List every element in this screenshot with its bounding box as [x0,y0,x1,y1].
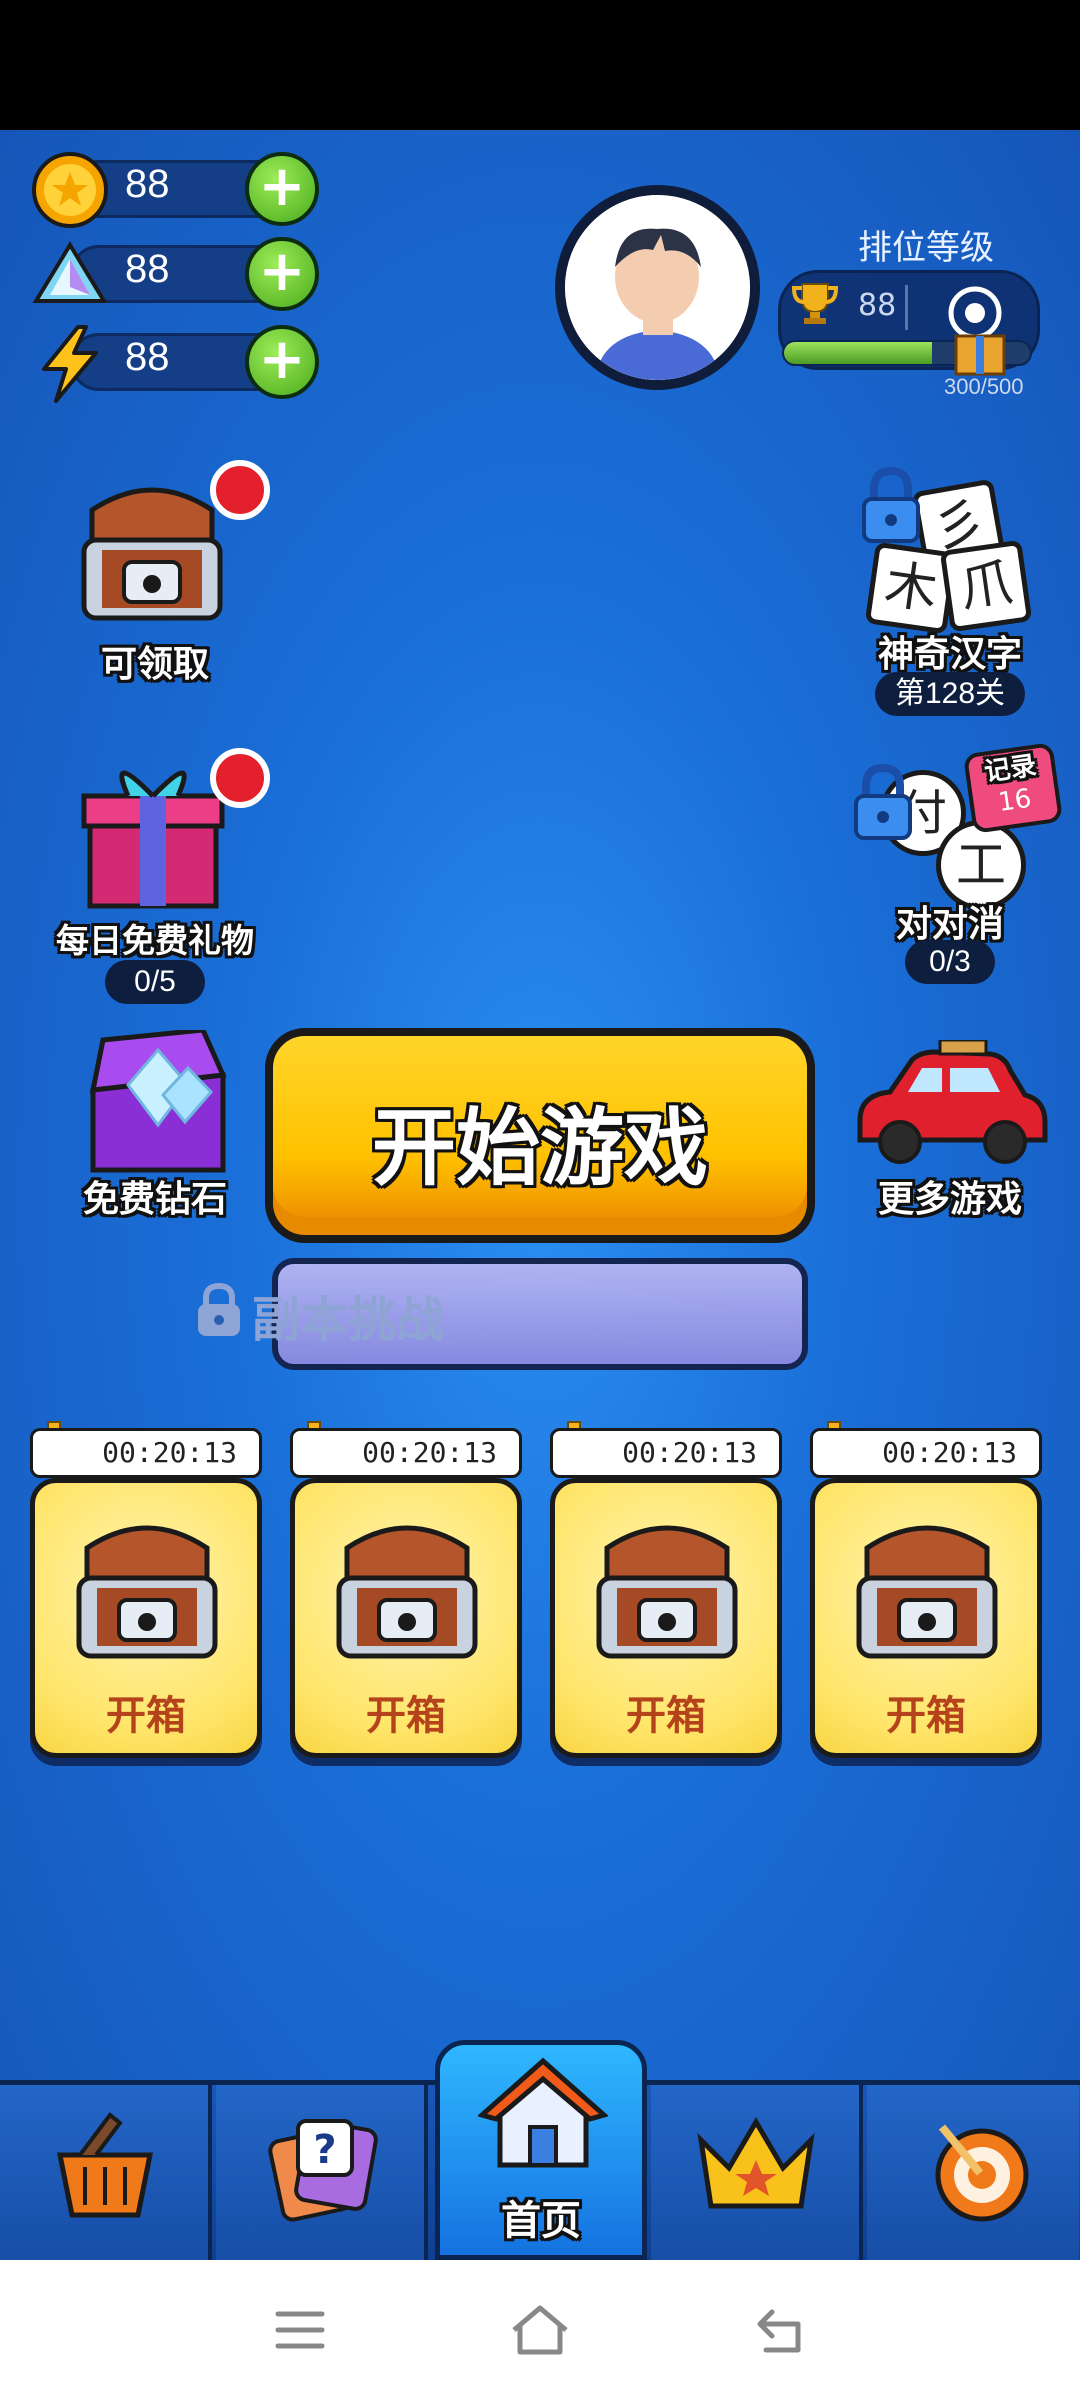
magic-chars-button[interactable]: 彡 木 爪 神奇汉字 第128关 [840,465,1060,716]
coin-row: 88 + [30,150,320,228]
lock-icon [862,466,920,543]
car-icon [857,1040,1048,1164]
menu-icon[interactable] [270,2308,330,2352]
more-games-label: 更多游戏 [877,1179,1022,1220]
chest-slot-1[interactable]: 开箱 [30,1478,262,1758]
chest-timer: 00:20:13 [30,1428,262,1478]
lock-icon [198,1282,240,1336]
diamond-row: 88 + [30,235,320,313]
crown-icon [697,2117,815,2209]
tab-home-label: 首页 [501,2198,581,2244]
open-chest-label: 开箱 [626,1693,706,1739]
diamond-count: 88 [125,247,170,291]
treasure-chest-icon [596,1525,738,1659]
coin-count: 88 [125,162,170,206]
gift-box-icon [954,334,1006,376]
daily-gift-count: 0/5 [105,960,205,1004]
player-avatar[interactable] [555,185,760,390]
chest-slot-4[interactable]: 开箱 [810,1478,1042,1758]
match-pairs-button[interactable]: 付 工 记录 16 对对消 0/3 [840,740,1064,990]
tab-target[interactable] [867,2085,1079,2260]
free-diamonds-button[interactable]: 免费钻石 [45,1030,265,1230]
rank-progress-fill [784,342,932,364]
basket-icon [56,2112,154,2218]
treasure-chest-icon [856,1525,998,1659]
char-tile: 爪 [939,539,1033,633]
chest-slot-3[interactable]: 开箱 [550,1478,782,1758]
more-games-button[interactable]: 更多游戏 [840,1030,1060,1230]
magic-chars-label: 神奇汉字 [877,634,1022,675]
diamond-icon [32,241,108,303]
free-diamonds-label: 免费钻石 [82,1179,227,1220]
tab-shop[interactable] [0,2085,212,2260]
start-game-label: 开始游戏 [371,1099,708,1197]
add-energy-button[interactable]: + [245,325,319,399]
claimable-label: 可领取 [100,644,209,685]
rank-divider [905,285,908,330]
magic-chars-level: 第128关 [875,672,1025,716]
dungeon-challenge-label: 副本挑战 [252,1292,445,1348]
match-pairs-count: 0/3 [905,940,995,984]
rank-level: 88 [858,288,897,323]
trophy-icon [791,283,839,324]
lock-icon [854,763,912,840]
home-nav-icon[interactable] [508,2302,572,2358]
open-chest-label: 开箱 [366,1693,446,1739]
record-badge: 记录 16 [962,742,1064,834]
open-chest-label: 开箱 [106,1693,186,1739]
add-coin-button[interactable]: + [245,152,319,226]
dartboard-icon [935,2124,1029,2222]
system-nav-bar [0,2260,1080,2400]
back-icon[interactable] [752,2304,812,2356]
home-icon [478,2057,608,2168]
diamond-box-icon [89,1030,227,1173]
notification-dot [210,460,270,520]
question-cards-icon: ? [268,2119,378,2222]
open-chest-label: 开箱 [886,1693,966,1739]
treasure-chest-icon [336,1525,478,1659]
chest-timer: 00:20:13 [550,1428,782,1478]
svg-text:?: ? [313,2127,336,2173]
tab-quiz[interactable]: ? [216,2085,428,2260]
coin-icon [32,152,108,228]
chest-timer: 00:20:13 [810,1428,1042,1478]
daily-gift-button[interactable]: 每日免费礼物 0/5 [30,748,280,1004]
daily-gift-label: 每日免费礼物 [56,921,254,960]
game-screen: 88 + 88 + 88 + 排位等级 88 300/500 可领取 每日免费礼… [0,130,1080,2260]
avatar-icon [565,195,750,380]
energy-count: 88 [125,335,170,379]
status-bar [0,0,1080,130]
treasure-chest-icon [76,1525,218,1659]
add-diamond-button[interactable]: + [245,237,319,311]
notification-dot [210,748,270,808]
claimable-chest-button[interactable]: 可领取 [40,460,270,700]
energy-icon [42,325,98,403]
rank-progress-text: 300/500 [944,374,1024,399]
chest-timer: 00:20:13 [290,1428,522,1478]
chest-slot-2[interactable]: 开箱 [290,1478,522,1758]
energy-row: 88 + [30,323,320,403]
start-game-button[interactable]: 开始游戏 [265,1028,815,1243]
rank-title: 排位等级 [858,228,994,268]
tab-ranking[interactable] [651,2085,863,2260]
